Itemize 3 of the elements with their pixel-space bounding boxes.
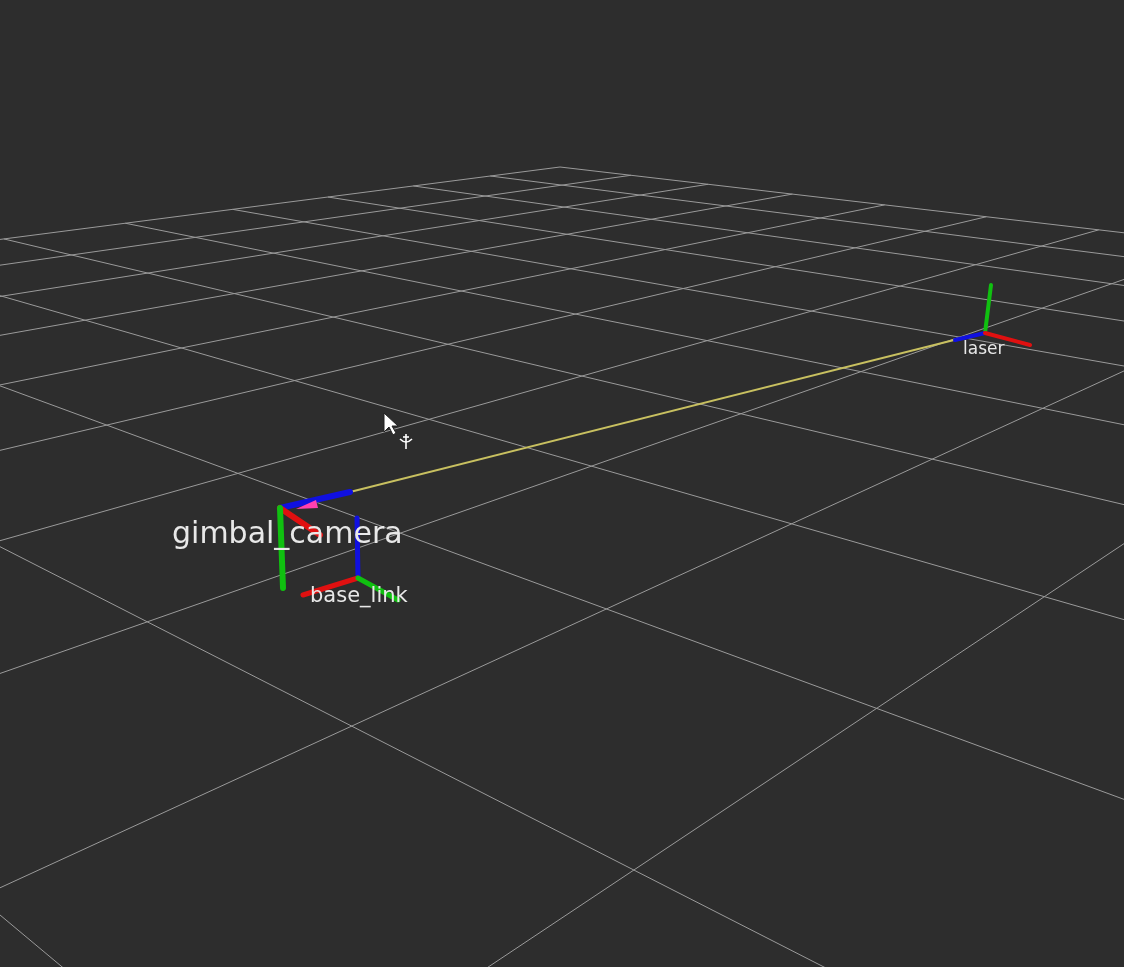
frame-label: laser (963, 338, 1005, 358)
cursor-icon (383, 412, 399, 436)
move-icon (399, 433, 413, 450)
